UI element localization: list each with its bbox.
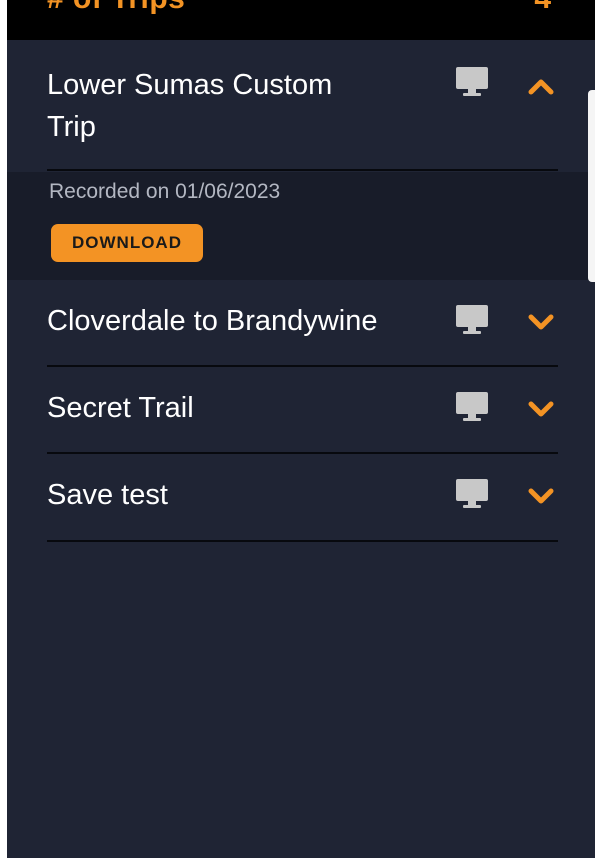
trip-details: Recorded on 01/06/2023 DOWNLOAD bbox=[7, 172, 595, 280]
chevron-down-icon[interactable] bbox=[527, 486, 555, 506]
trips-header-title: # of Trips bbox=[47, 0, 185, 16]
monitor-icon[interactable] bbox=[455, 391, 489, 423]
trips-panel: # of Trips 4 Lower Sumas Custom Trip Rec… bbox=[7, 0, 595, 858]
chevron-up-icon[interactable] bbox=[527, 76, 555, 96]
monitor-icon[interactable] bbox=[455, 66, 489, 98]
recorded-date: Recorded on 01/06/2023 bbox=[49, 180, 281, 203]
trip-name: Save test bbox=[47, 479, 168, 511]
chevron-down-icon[interactable] bbox=[527, 399, 555, 419]
trip-item-secret-trail[interactable]: Secret Trail bbox=[7, 367, 595, 454]
scrollbar[interactable] bbox=[588, 90, 595, 282]
divider bbox=[47, 540, 558, 542]
trip-name: Lower Sumas Custom Trip bbox=[47, 69, 333, 143]
trip-item-cloverdale[interactable]: Cloverdale to Brandywine bbox=[7, 280, 595, 367]
chevron-down-icon[interactable] bbox=[527, 312, 555, 332]
monitor-icon[interactable] bbox=[455, 478, 489, 510]
download-button[interactable]: DOWNLOAD bbox=[51, 224, 203, 262]
trip-name: Cloverdale to Brandywine bbox=[47, 305, 378, 337]
trip-item-save-test[interactable]: Save test bbox=[7, 454, 595, 542]
trip-name: Secret Trail bbox=[47, 392, 194, 424]
monitor-icon[interactable] bbox=[455, 304, 489, 336]
trip-item-lower-sumas[interactable]: Lower Sumas Custom Trip bbox=[7, 40, 595, 172]
trips-header: # of Trips 4 bbox=[7, 0, 595, 40]
divider bbox=[47, 169, 558, 171]
trips-count: 4 bbox=[534, 0, 551, 16]
